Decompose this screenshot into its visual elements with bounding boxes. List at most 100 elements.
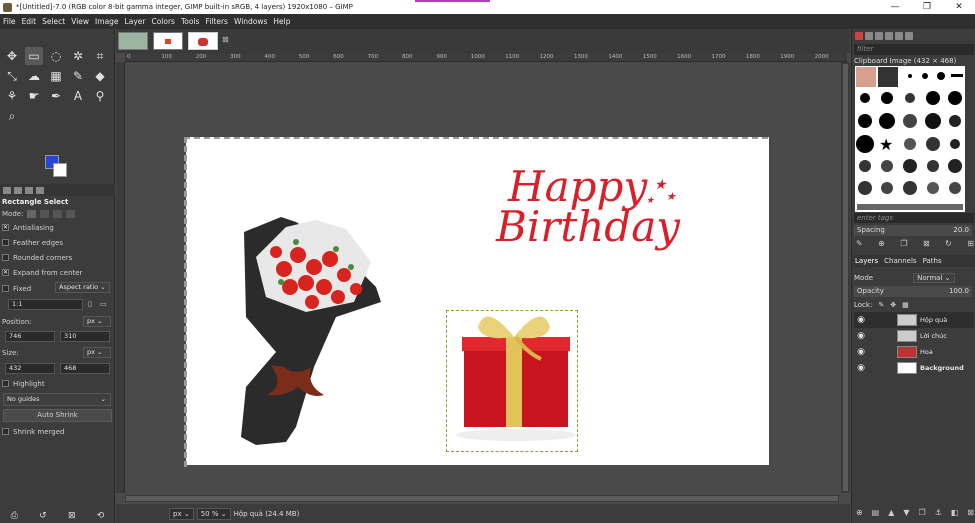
delete-layer-icon[interactable]: ⊠ — [967, 508, 974, 520]
eye-icon[interactable]: ◉ — [854, 331, 868, 341]
move-tool-icon[interactable]: ✥ — [3, 47, 21, 65]
fonts-tab-icon[interactable] — [875, 31, 883, 40]
layer-mode-dropdown[interactable]: Normal ⌄ — [913, 272, 955, 283]
layer-row[interactable]: ◉ Hoa — [854, 344, 974, 360]
lower-layer-icon[interactable]: ▼ — [903, 508, 909, 520]
maximize-button[interactable]: ❐ — [911, 2, 943, 12]
images-tab-icon[interactable] — [36, 186, 44, 194]
menu-view[interactable]: View — [71, 17, 89, 26]
guides-dropdown[interactable]: No guides ⌄ — [3, 393, 111, 406]
highlight-row[interactable]: Highlight — [0, 376, 115, 391]
image-tab-2[interactable] — [153, 32, 183, 50]
rounded-checkbox[interactable] — [2, 254, 9, 261]
save-options-icon[interactable]: ⎙ — [11, 511, 18, 521]
menu-help[interactable]: Help — [273, 17, 290, 26]
shrink-merged-checkbox[interactable] — [2, 428, 9, 435]
raise-layer-icon[interactable]: ▲ — [888, 508, 894, 520]
fixed-dropdown[interactable]: Aspect ratio ⌄ — [55, 282, 110, 293]
landscape-icon[interactable]: ▭ — [100, 300, 107, 308]
lock-position-icon[interactable]: ✥ — [890, 301, 896, 309]
background-color-swatch[interactable] — [53, 163, 67, 177]
menu-tools[interactable]: Tools — [181, 17, 199, 26]
close-button[interactable]: ✕ — [943, 2, 975, 12]
clone-tool-icon[interactable]: ⚘ — [3, 87, 21, 105]
shrink-merged-row[interactable]: Shrink merged — [0, 424, 115, 439]
mask-layer-icon[interactable]: ◧ — [951, 508, 959, 520]
new-brush-icon[interactable]: ⊕ — [878, 239, 885, 251]
free-select-tool-icon[interactable]: ◌ — [47, 47, 65, 65]
eye-icon[interactable]: ◉ — [854, 347, 868, 357]
antialiasing-row[interactable]: ✕ Antialiasing — [0, 220, 115, 235]
menu-image[interactable]: Image — [95, 17, 119, 26]
expand-checkbox[interactable]: ✕ — [2, 269, 9, 276]
paths-tool-icon[interactable]: ✒ — [47, 87, 65, 105]
menu-colors[interactable]: Colors — [151, 17, 175, 26]
delete-options-icon[interactable]: ⊠ — [68, 511, 76, 521]
palettes-tab-icon[interactable] — [905, 31, 913, 40]
new-layer-icon[interactable]: ⊕ — [856, 508, 863, 520]
gradients-tab-icon[interactable] — [895, 31, 903, 40]
feather-row[interactable]: Feather edges — [0, 235, 115, 250]
smudge-tool-icon[interactable]: ☛ — [25, 87, 43, 105]
menu-edit[interactable]: Edit — [22, 17, 37, 26]
menu-layer[interactable]: Layer — [125, 17, 146, 26]
ratio-field[interactable]: 1:1 — [8, 299, 83, 310]
tab-channels[interactable]: Channels — [884, 257, 916, 265]
fg-bg-colors[interactable] — [44, 155, 72, 183]
open-as-image-icon[interactable]: ⊞ — [967, 239, 974, 251]
crop-tool-icon[interactable]: ⌗ — [91, 47, 109, 65]
vertical-scroll-thumb[interactable] — [843, 64, 848, 491]
menu-select[interactable]: Select — [42, 17, 65, 26]
patterns-tab-icon[interactable] — [865, 31, 873, 40]
gradient-tool-icon[interactable]: ▦ — [47, 67, 65, 85]
feather-checkbox[interactable] — [2, 239, 9, 246]
tab-paths[interactable]: Paths — [923, 257, 942, 265]
brush-grid[interactable]: ★ — [855, 66, 965, 212]
spacing-slider[interactable]: Spacing 20.0 — [854, 225, 972, 236]
image-tab-1[interactable] — [118, 32, 148, 50]
auto-shrink-button[interactable]: Auto Shrink — [3, 409, 112, 422]
layer-row[interactable]: ◉ Lời chúc — [854, 328, 974, 344]
undo-history-tab-icon[interactable] — [25, 186, 33, 194]
refresh-brushes-icon[interactable]: ↻ — [945, 239, 952, 251]
position-unit-dropdown[interactable]: px ⌄ — [83, 316, 111, 327]
selection-marquee[interactable] — [446, 310, 578, 452]
rect-select-tool-icon[interactable]: ▭ — [25, 47, 43, 65]
anchor-layer-icon[interactable]: ⚓ — [935, 508, 942, 520]
device-status-tab-icon[interactable] — [14, 186, 22, 194]
menu-windows[interactable]: Windows — [234, 17, 267, 26]
lock-pixels-icon[interactable]: ✎ — [878, 301, 884, 309]
zoom-tool-icon[interactable]: ⌕ — [3, 107, 21, 125]
warp-transform-tool-icon[interactable]: ☁ — [25, 67, 43, 85]
eye-icon[interactable]: ◉ — [854, 363, 868, 373]
unified-transform-tool-icon[interactable]: ⤡ — [3, 67, 21, 85]
new-group-icon[interactable]: ▤ — [872, 508, 880, 520]
image-tab-3[interactable] — [188, 32, 218, 50]
lock-alpha-icon[interactable]: ▦ — [902, 301, 909, 309]
horizontal-scrollbar[interactable] — [125, 495, 839, 502]
edit-brush-icon[interactable]: ✎ — [856, 239, 863, 251]
text-tool-icon[interactable]: A — [69, 87, 87, 105]
size-w-field[interactable]: 432 — [5, 363, 55, 374]
reset-options-icon[interactable]: ⟲ — [97, 511, 105, 521]
fuzzy-select-tool-icon[interactable]: ✲ — [69, 47, 87, 65]
horizontal-scroll-thumb[interactable] — [126, 496, 838, 501]
layer-row[interactable]: ◉ Background — [854, 360, 974, 376]
duplicate-brush-icon[interactable]: ❐ — [900, 239, 907, 251]
close-tab-icon[interactable]: ⊠ — [222, 35, 229, 44]
layer-row[interactable]: ◉ Hộp quà — [854, 312, 974, 328]
position-x-field[interactable]: 746 — [5, 331, 55, 342]
brush-tags-input[interactable]: enter tags — [854, 213, 974, 223]
document-history-tab-icon[interactable] — [885, 31, 893, 40]
zoom-dropdown[interactable]: 50 % ⌄ — [196, 507, 231, 520]
mode-subtract-icon[interactable] — [53, 210, 63, 218]
brushes-tab-icon[interactable] — [855, 31, 863, 40]
mode-intersect-icon[interactable] — [66, 210, 76, 218]
fixed-checkbox[interactable] — [2, 285, 9, 292]
minimize-button[interactable]: — — [879, 2, 911, 12]
expand-row[interactable]: ✕ Expand from center — [0, 265, 115, 280]
position-y-field[interactable]: 310 — [60, 331, 110, 342]
duplicate-layer-icon[interactable]: ❐ — [918, 508, 925, 520]
portrait-icon[interactable]: ▯ — [88, 300, 92, 308]
highlight-checkbox[interactable] — [2, 380, 9, 387]
